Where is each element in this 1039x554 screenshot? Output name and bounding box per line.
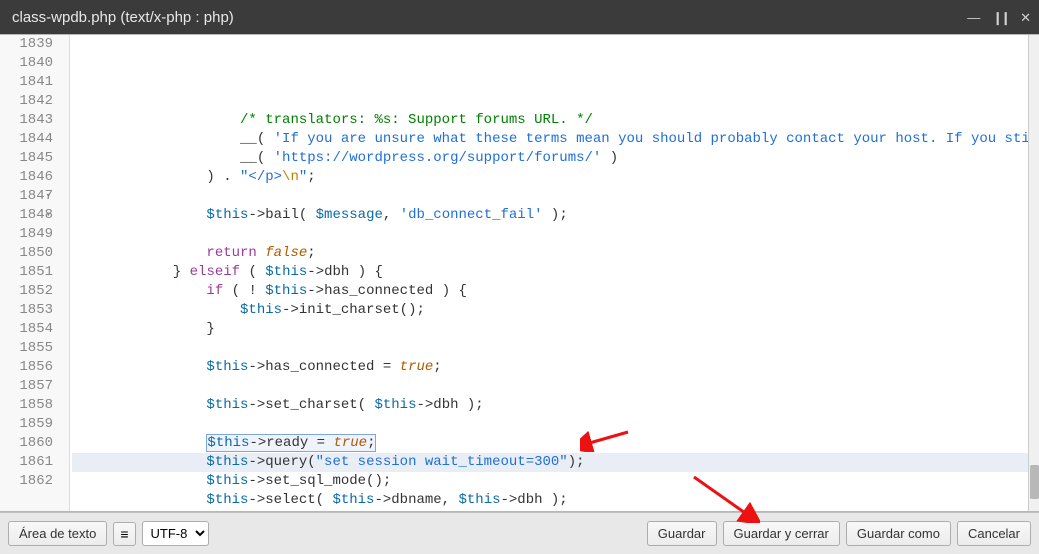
- code-line[interactable]: return false;: [72, 244, 1028, 263]
- code-line[interactable]: [72, 339, 1028, 358]
- code-line[interactable]: [72, 225, 1028, 244]
- line-number: 1841: [6, 73, 53, 92]
- text-area-button[interactable]: Área de texto: [8, 521, 107, 546]
- maximize-icon[interactable]: ❙❙: [992, 11, 1008, 24]
- code-line[interactable]: __( 'If you are unsure what these terms …: [72, 130, 1028, 149]
- code-line[interactable]: [72, 187, 1028, 206]
- code-line[interactable]: $this->query("set session wait_timeout=3…: [72, 453, 1028, 472]
- close-icon[interactable]: ✕: [1020, 11, 1031, 24]
- line-number: 1854: [6, 320, 53, 339]
- code-area[interactable]: /* translators: %s: Support forums URL. …: [70, 35, 1028, 511]
- code-line[interactable]: [72, 415, 1028, 434]
- line-number: 1848: [6, 206, 53, 225]
- code-line[interactable]: ) . "</p>\n";: [72, 168, 1028, 187]
- line-number: 1840: [6, 54, 53, 73]
- line-number: 1859: [6, 415, 53, 434]
- line-number: 1856: [6, 358, 53, 377]
- code-line[interactable]: if ( ! $this->has_connected ) {: [72, 282, 1028, 301]
- sliders-icon: ≡: [120, 527, 128, 541]
- line-number: 1857: [6, 377, 53, 396]
- footer-toolbar: Área de texto ≡ UTF-8 Guardar Guardar y …: [0, 512, 1039, 554]
- line-number: 1861: [6, 453, 53, 472]
- line-number: 1847: [6, 187, 53, 206]
- code-line[interactable]: [72, 377, 1028, 396]
- line-number: 1858: [6, 396, 53, 415]
- minimize-icon[interactable]: —: [967, 11, 980, 24]
- line-number: 1842: [6, 92, 53, 111]
- code-line[interactable]: $this->select( $this->dbname, $this->dbh…: [72, 491, 1028, 510]
- code-line[interactable]: $this->has_connected = true;: [72, 358, 1028, 377]
- line-number-gutter: 1839184018411842184318441845184618471848…: [0, 35, 70, 511]
- code-line[interactable]: $this->set_charset( $this->dbh );: [72, 396, 1028, 415]
- code-line[interactable]: $this->bail( $message, 'db_connect_fail'…: [72, 206, 1028, 225]
- code-line[interactable]: } elseif ( $this->dbh ) {: [72, 263, 1028, 282]
- cancel-button[interactable]: Cancelar: [957, 521, 1031, 546]
- vertical-scrollbar[interactable]: [1028, 35, 1039, 511]
- window-controls: — ❙❙ ✕: [967, 11, 1031, 24]
- code-line[interactable]: $this->init_charset();: [72, 301, 1028, 320]
- window-title: class-wpdb.php (text/x-php : php): [12, 9, 967, 26]
- line-number: 1862: [6, 472, 53, 491]
- code-line[interactable]: [72, 510, 1028, 511]
- line-number: 1851: [6, 263, 53, 282]
- line-number: 1850: [6, 244, 53, 263]
- code-line[interactable]: __( 'https://wordpress.org/support/forum…: [72, 149, 1028, 168]
- line-number: 1843: [6, 111, 53, 130]
- save-button[interactable]: Guardar: [647, 521, 717, 546]
- line-number: 1853: [6, 301, 53, 320]
- save-as-button[interactable]: Guardar como: [846, 521, 951, 546]
- line-number: 1852: [6, 282, 53, 301]
- code-editor[interactable]: 1839184018411842184318441845184618471848…: [0, 34, 1039, 512]
- line-number: 1860: [6, 434, 53, 453]
- save-close-button[interactable]: Guardar y cerrar: [723, 521, 840, 546]
- encoding-select[interactable]: UTF-8: [142, 521, 209, 546]
- code-line[interactable]: $this->set_sql_mode();: [72, 472, 1028, 491]
- settings-button[interactable]: ≡: [113, 522, 135, 546]
- code-line[interactable]: /* translators: %s: Support forums URL. …: [72, 111, 1028, 130]
- line-number: 1846: [6, 168, 53, 187]
- line-number: 1849: [6, 225, 53, 244]
- code-line[interactable]: }: [72, 320, 1028, 339]
- titlebar: class-wpdb.php (text/x-php : php) — ❙❙ ✕: [0, 0, 1039, 34]
- line-number: 1845: [6, 149, 53, 168]
- line-number: 1855: [6, 339, 53, 358]
- line-number: 1844: [6, 130, 53, 149]
- line-number: 1839: [6, 35, 53, 54]
- code-line[interactable]: $this->ready = true;: [72, 434, 1028, 453]
- scrollbar-thumb[interactable]: [1030, 465, 1039, 499]
